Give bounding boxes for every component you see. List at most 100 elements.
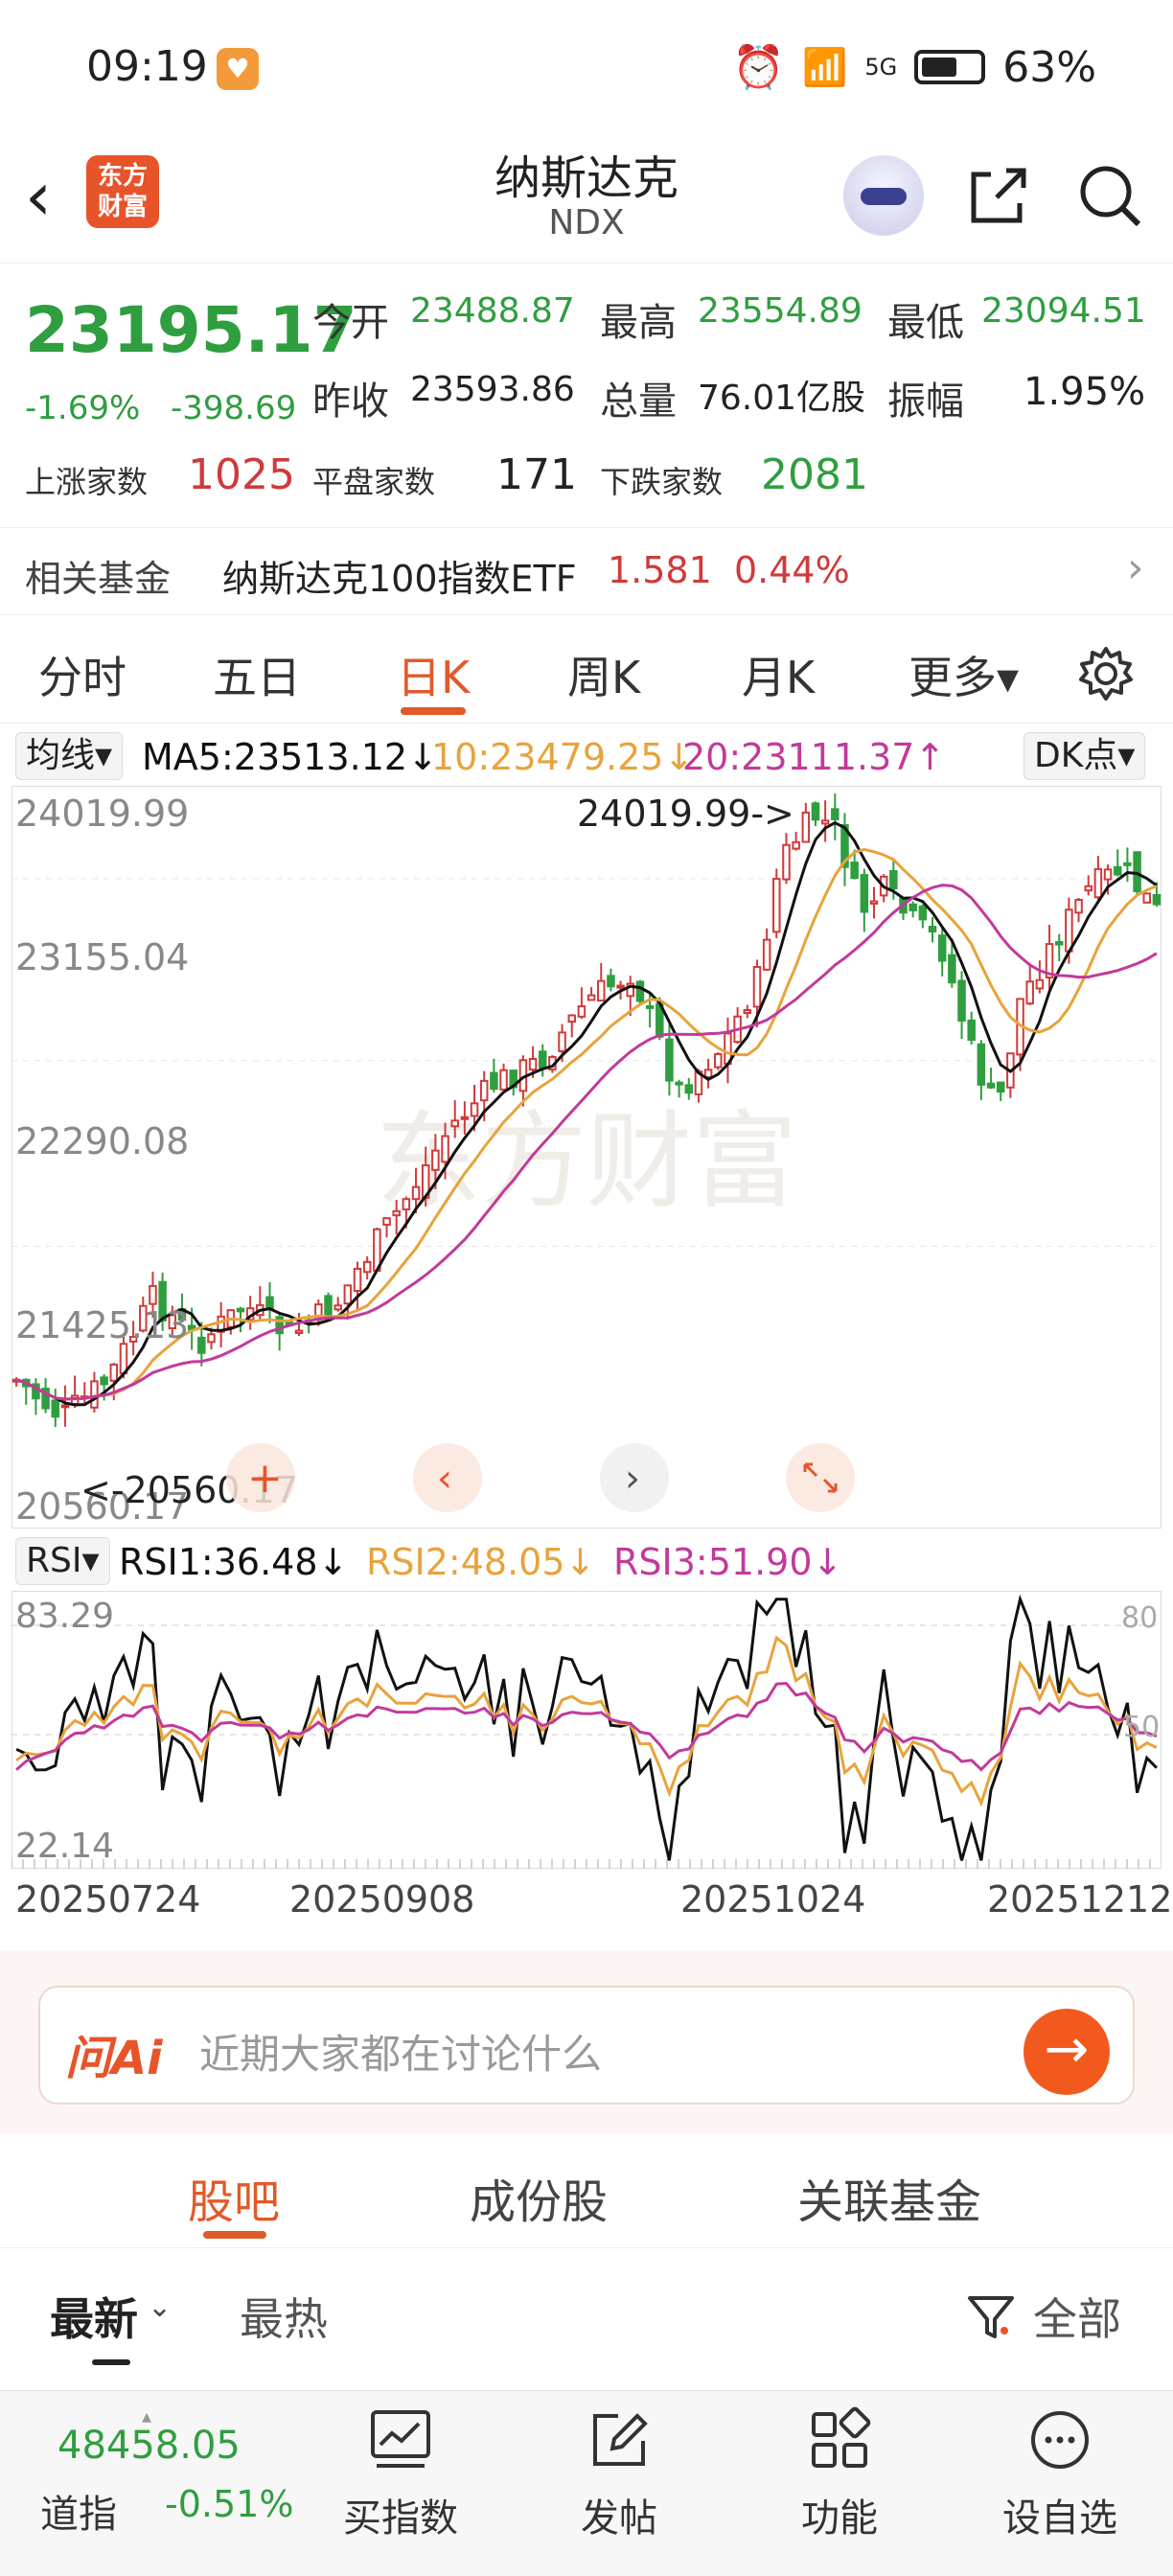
candle-body [1123, 862, 1132, 866]
dow-name: 道指 [40, 2493, 117, 2537]
prev-close-label: 昨收 [312, 380, 389, 424]
search-icon[interactable] [1073, 159, 1146, 232]
period-tabs: 分时 五日 日K 周K 月K 更多▾ [0, 618, 1173, 724]
dow-value: 48458.05 [58, 2424, 241, 2468]
candle-body [635, 980, 645, 1002]
rsi1-value: RSI1:36.48↓ [119, 1541, 349, 1583]
kline-chart[interactable]: 东方财富 24019.99 23155.04 22290.08 21425.13… [11, 785, 1162, 1530]
filter-hot[interactable]: 最热 [240, 2285, 328, 2348]
rsi2-line [15, 1635, 1158, 1807]
candle-body [586, 994, 596, 1001]
date-axis: 20250724 20250908 20251024 20251212 [0, 1874, 1173, 1922]
status-bar: 09:19 ♥ ⏰ 📶 5G 63% [0, 0, 1173, 134]
candle-body [752, 966, 762, 1008]
date-label-2: 20250908 [289, 1878, 475, 1920]
ai-input-box[interactable]: 问Ai 近期大家都在讨论什么 → [38, 1986, 1135, 2104]
tab-five-day[interactable]: 五日 [213, 643, 301, 706]
candle-body [382, 1217, 391, 1227]
nav-add-watchlist[interactable]: 设自选 [974, 2406, 1146, 2542]
nav-buy-index[interactable]: 买指数 [314, 2406, 487, 2542]
nav-post[interactable]: 发帖 [533, 2406, 705, 2542]
filter-indicator [92, 2359, 130, 2365]
nav-post-label: 发帖 [581, 2496, 657, 2541]
candle-body [743, 1009, 752, 1015]
app-header: ‹ 东方财富 纳斯达克 NDX [0, 134, 1173, 264]
nav-functions-label: 功能 [801, 2496, 878, 2541]
related-fund-row[interactable]: 相关基金 纳斯达克100指数ETF 1.581 0.44% › [0, 527, 1173, 615]
tab-constituents[interactable]: 成份股 [470, 2164, 608, 2231]
flat-count-label: 平盘家数 [312, 464, 436, 500]
candle-body [362, 1260, 372, 1274]
rsi-chart[interactable]: 83.29 22.14 80 50 [11, 1590, 1162, 1870]
status-right: ⏰ 📶 5G 63% [732, 42, 1096, 93]
candle-body [1133, 851, 1141, 892]
y-label-3: 22290.08 [15, 1120, 189, 1162]
amplitude-value: 1.95% [1024, 370, 1146, 414]
dk-point-button[interactable]: DK点▾ [1024, 732, 1146, 780]
tab-more[interactable]: 更多▾ [908, 643, 1019, 706]
tab-intraday[interactable]: 分时 [38, 643, 126, 706]
alarm-icon: ⏰ [732, 43, 785, 92]
candle-body [265, 1296, 274, 1310]
ma-selector[interactable]: 均线▾ [15, 732, 124, 780]
candle-body [684, 1084, 694, 1094]
date-label-1: 20250724 [15, 1878, 201, 1920]
ai-placeholder[interactable]: 近期大家都在讨论什么 [199, 2022, 602, 2081]
ma20-value: 20:23111.37↑ [682, 736, 946, 778]
filter-latest[interactable]: 最新 [50, 2285, 138, 2348]
rsi3-line [15, 1681, 1158, 1772]
candle-body [402, 1198, 411, 1210]
candle-body [334, 1304, 342, 1311]
grid-icon [812, 2406, 871, 2468]
candle-body [1074, 898, 1083, 914]
candle-body [869, 900, 879, 905]
rsi-svg: 83.29 22.14 80 50 [11, 1590, 1162, 1870]
up-count-value: 1025 [188, 450, 295, 499]
post-filters: 最新 ⌄ 最热 全部 [0, 2252, 1173, 2377]
candle-body [470, 1102, 479, 1117]
candle-body [343, 1284, 353, 1305]
candle-body [782, 843, 791, 881]
candle-body [490, 1071, 498, 1091]
nav-buy-index-label: 买指数 [343, 2496, 458, 2541]
plus-icon: + [247, 1454, 283, 1503]
candle-body [948, 954, 956, 984]
network-type: 5G [864, 54, 898, 80]
candle-body [90, 1380, 99, 1409]
down-count-label: 下跌家数 [600, 464, 724, 500]
tab-monthly-k[interactable]: 月K [742, 643, 815, 706]
candle-body [860, 874, 869, 913]
ai-assistant-icon[interactable] [843, 155, 924, 236]
candle-body [850, 862, 859, 880]
amplitude-label: 振幅 [887, 380, 964, 424]
chevron-right-icon: › [1127, 543, 1144, 592]
share-icon[interactable] [962, 159, 1035, 232]
related-fund-label: 相关基金 [25, 558, 172, 600]
open-label: 今开 [312, 301, 389, 345]
tab-guba[interactable]: 股吧 [188, 2164, 280, 2231]
rsi-selector[interactable]: RSI▾ [15, 1537, 110, 1585]
candle-body [450, 1119, 459, 1128]
kline-svg: 东方财富 24019.99 23155.04 22290.08 21425.13… [11, 785, 1162, 1530]
fullscreen-button[interactable] [786, 1443, 855, 1512]
candle-body [762, 938, 771, 971]
tab-daily-k[interactable]: 日K [397, 643, 470, 706]
y-label-max: 24019.99 [15, 793, 189, 835]
candle-body [616, 984, 625, 989]
candle-body [1084, 885, 1092, 892]
candle-body [801, 811, 811, 843]
candle-body [665, 1038, 674, 1082]
tab-weekly-k[interactable]: 周K [567, 643, 640, 706]
settings-gear-icon[interactable] [1077, 645, 1135, 702]
filter-icon[interactable] [966, 2292, 1016, 2342]
candle-body [392, 1209, 401, 1217]
candle-body [714, 1052, 723, 1069]
candle-body [928, 926, 937, 933]
filter-all[interactable]: 全部 [1033, 2285, 1121, 2348]
arrow-right-icon[interactable]: → [1024, 2009, 1110, 2095]
related-fund-pct: 0.44% [734, 549, 850, 591]
candle-body [1113, 865, 1122, 876]
tab-related-funds[interactable]: 关联基金 [797, 2164, 981, 2231]
related-fund-name: 纳斯达克100指数ETF [222, 558, 577, 600]
nav-functions[interactable]: 功能 [753, 2406, 926, 2542]
